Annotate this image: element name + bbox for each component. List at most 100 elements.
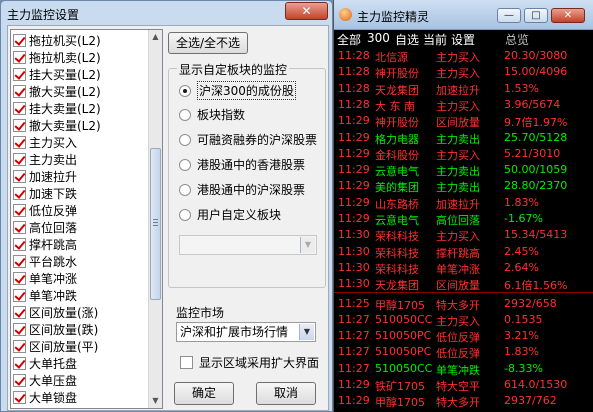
checkbox[interactable] xyxy=(13,255,26,268)
checkbox[interactable] xyxy=(13,272,26,285)
tab-300[interactable]: 300 xyxy=(367,31,390,45)
checkbox[interactable] xyxy=(13,51,26,64)
checkbox[interactable] xyxy=(13,306,26,319)
checkbox[interactable] xyxy=(13,68,26,81)
signal-type: 区间放量 xyxy=(436,279,480,293)
checkbox[interactable] xyxy=(13,374,26,387)
tab-watchlist[interactable]: 自选 xyxy=(395,31,419,48)
market-select[interactable]: 沪深和扩展市场行情 ▼ xyxy=(176,322,316,342)
tab-all[interactable]: 全部 xyxy=(337,31,361,48)
select-all-button[interactable]: 全选/全不选 xyxy=(168,32,248,54)
signal-checkbox-item[interactable]: 低位反弹 xyxy=(13,202,77,219)
signal-time: 11:29 xyxy=(338,195,370,209)
checkbox[interactable] xyxy=(13,340,26,353)
radio-label: 板块指数 xyxy=(197,108,246,122)
checkbox[interactable] xyxy=(13,136,26,149)
tab-settings[interactable]: 设置 xyxy=(451,31,475,48)
signal-value: 3.96/5674 xyxy=(504,97,561,111)
signal-checkbox-item[interactable]: 大单压盘 xyxy=(13,372,77,389)
radio-button[interactable] xyxy=(179,108,191,121)
signal-type: 主力买入 xyxy=(436,230,480,244)
scroll-up-icon[interactable]: ▲ xyxy=(149,30,162,44)
checkbox[interactable] xyxy=(13,34,26,47)
block-radio-option[interactable]: 港股通中的香港股票 xyxy=(179,156,305,173)
signal-checkbox-item[interactable]: 挂大买量(L2) xyxy=(13,66,101,83)
checkbox[interactable] xyxy=(13,238,26,251)
signal-checkbox-item[interactable]: 撤大卖量(L2) xyxy=(13,117,101,134)
signal-checkbox-item[interactable]: 区间放量(平) xyxy=(13,338,98,355)
checkbox[interactable] xyxy=(13,170,26,183)
signal-value: 2932/658 xyxy=(504,296,557,310)
checklist-scrollbar[interactable]: ▲ ▼ xyxy=(148,30,162,408)
monitor-settings-dialog: 主力监控设置 ✕ 拖拉机买(L2) 拖拉机卖(L2) 挂大买量(L2) 撤大买量(L2… xyxy=(0,0,333,412)
radio-label: 沪深300的成份股 xyxy=(197,81,296,100)
dialog-close-button[interactable]: ✕ xyxy=(285,2,328,20)
signal-time: 11:29 xyxy=(338,114,370,128)
checkbox[interactable] xyxy=(13,391,26,404)
signal-checkbox-item[interactable]: 区间放量(涨) xyxy=(13,304,98,321)
radio-button[interactable] xyxy=(179,208,191,221)
signal-checkbox-item[interactable]: 撑杆跳高 xyxy=(13,236,77,253)
scroll-down-icon[interactable]: ▼ xyxy=(149,394,162,408)
checkbox-label: 加速下跌 xyxy=(29,187,78,201)
checkbox[interactable] xyxy=(13,102,26,115)
enlarge-checkbox[interactable] xyxy=(180,356,193,369)
checkbox[interactable] xyxy=(13,204,26,217)
signal-checkbox-item[interactable]: 平台跳水 xyxy=(13,253,77,270)
signal-time: 11:29 xyxy=(338,146,370,160)
checkbox[interactable] xyxy=(13,153,26,166)
block-radio-option[interactable]: 沪深300的成份股 xyxy=(179,81,296,100)
maximize-button[interactable]: □ xyxy=(524,8,548,23)
monitor-window: 主力监控精灵 — □ ✕ 全部 300 自选 当前 设置 总览 11:28 北信源… xyxy=(333,0,593,412)
stock-name: 云意电气 xyxy=(375,214,419,227)
minimize-button[interactable]: — xyxy=(497,8,521,23)
scroll-thumb[interactable] xyxy=(150,148,161,300)
tab-current[interactable]: 当前 xyxy=(423,31,447,48)
signal-checkbox-item[interactable]: 加速拉升 xyxy=(13,168,77,185)
radio-button[interactable] xyxy=(179,158,191,171)
checkbox[interactable] xyxy=(13,221,26,234)
checkbox[interactable] xyxy=(13,289,26,302)
radio-button[interactable] xyxy=(179,84,191,97)
checkbox-label: 拖拉机卖(L2) xyxy=(29,51,101,65)
checkbox-label: 撤大买量(L2) xyxy=(29,85,101,99)
radio-button[interactable] xyxy=(179,133,191,146)
signal-checkbox-item[interactable]: 拖拉机卖(L2) xyxy=(13,49,101,66)
signal-checkbox-item[interactable]: 加速下跌 xyxy=(13,185,77,202)
checkbox[interactable] xyxy=(13,187,26,200)
signal-time: 11:27 xyxy=(338,345,370,359)
signal-type: 主力卖出 xyxy=(436,165,480,179)
signal-checkbox-item[interactable]: 拖拉机买(L2) xyxy=(13,32,101,49)
signal-checkbox-item[interactable]: 单笔冲跌 xyxy=(13,287,77,304)
checkbox-label: 区间放量(平) xyxy=(29,340,99,354)
monitor-close-button[interactable]: ✕ xyxy=(551,8,585,23)
radio-button[interactable] xyxy=(179,183,191,196)
signal-type: 主力买入 xyxy=(436,51,480,64)
signal-checkbox-item[interactable]: 单笔冲涨 xyxy=(13,270,77,287)
block-radio-option[interactable]: 板块指数 xyxy=(179,106,245,123)
checkbox[interactable] xyxy=(13,323,26,336)
checkbox[interactable] xyxy=(13,357,26,370)
signal-checkbox-item[interactable]: 区间放量(跌) xyxy=(13,321,98,338)
signal-checkbox-item[interactable]: 主力卖出 xyxy=(13,151,77,168)
signal-checkbox-item[interactable]: 高位回落 xyxy=(13,219,77,236)
custom-block-group: 显示自定板块的监控 沪深300的成份股 板块指数 可融资融券的沪深股票 港股通中的香港… xyxy=(168,61,326,288)
signal-checkbox-item[interactable]: 主力买入 xyxy=(13,134,77,151)
stock-name: 天龙集团 xyxy=(375,83,419,97)
checkbox-label: 单笔冲跌 xyxy=(29,289,78,303)
signal-checkbox-item[interactable]: 大单锁盘 xyxy=(13,389,77,406)
block-radio-option[interactable]: 用户自定义板块 xyxy=(179,206,281,223)
chevron-down-icon[interactable]: ▼ xyxy=(299,324,314,340)
signal-type: 单笔冲涨 xyxy=(436,262,480,276)
ok-button[interactable]: 确定 xyxy=(174,382,234,405)
checkbox[interactable] xyxy=(13,119,26,132)
cancel-button[interactable]: 取消 xyxy=(256,382,316,405)
signal-checkbox-item[interactable]: 挂大卖量(L2) xyxy=(13,100,101,117)
signal-checkbox-item[interactable]: 撤大买量(L2) xyxy=(13,83,101,100)
signal-checkbox-item[interactable]: 大单托盘 xyxy=(13,355,77,372)
block-radio-option[interactable]: 可融资融券的沪深股票 xyxy=(179,131,317,148)
checkbox[interactable] xyxy=(13,85,26,98)
enlarge-checkbox-row[interactable]: 显示区域采用扩大界面 xyxy=(180,354,319,371)
block-radio-option[interactable]: 港股通中的沪深股票 xyxy=(179,181,305,198)
monitor-titlebar: 主力监控精灵 — □ ✕ xyxy=(334,0,593,30)
